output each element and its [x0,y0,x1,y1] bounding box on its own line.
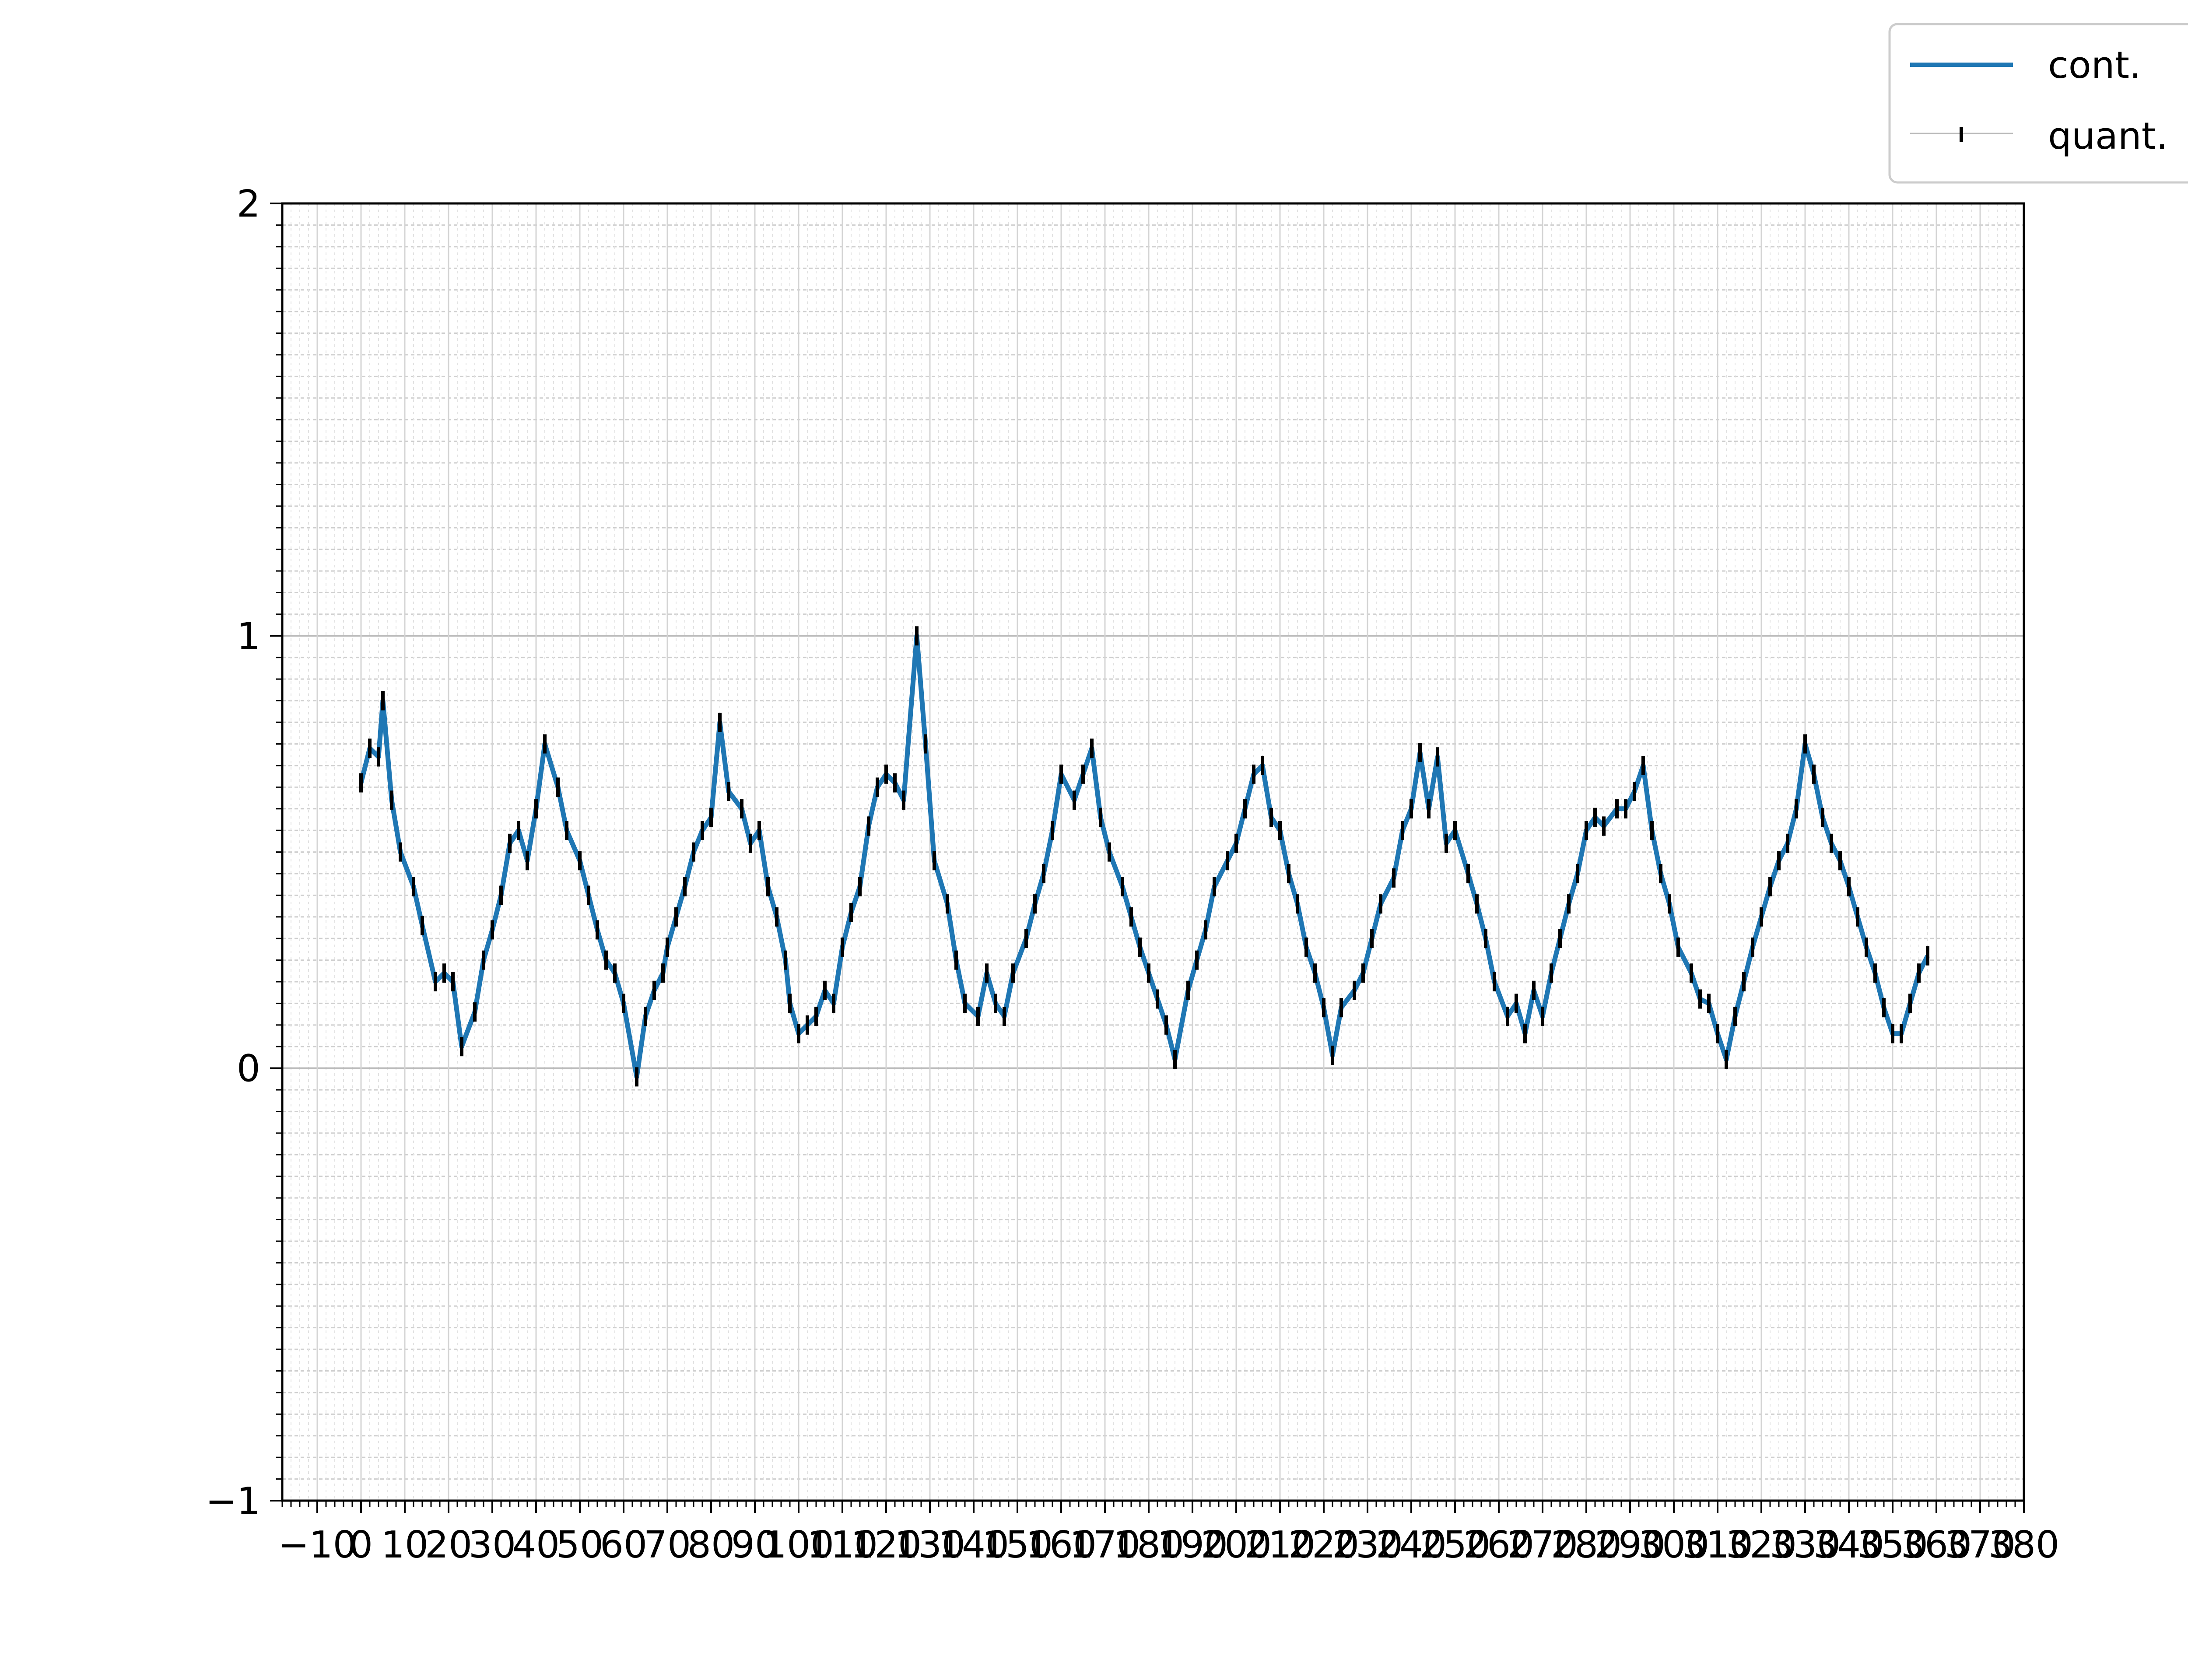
x-tick-label: 30 [469,1523,516,1567]
y-tick-label: 0 [237,1047,260,1091]
series-line-cont [358,633,1930,1079]
legend: cont. quant. [1888,23,2188,184]
x-axis: −100 102030405060708090100110120130140150… [278,1501,2059,1567]
x-tick-label: 20 [425,1523,472,1567]
x-tick-label: 0 [349,1523,373,1567]
x-tick-label: 70 [644,1523,691,1567]
x-tick-label: 40 [512,1523,560,1567]
x-tick-label: 50 [556,1523,603,1567]
legend-label-quant: quant. [2048,115,2168,158]
legend-label-cont: cont. [2048,44,2141,87]
y-axis: −1 0 1 2 [206,182,282,1523]
x-tick-label: 10 [381,1523,428,1567]
x-tick-label: 60 [600,1523,647,1567]
minor-grid [282,203,2024,1502]
y-tick-label: −1 [206,1480,260,1523]
x-tick-label: 380 [1988,1523,2059,1567]
x-tick-label: −10 [278,1523,356,1567]
y-tick-label: 1 [237,615,260,658]
series-layer [358,626,1930,1087]
x-tick-label: 80 [687,1523,735,1567]
line-chart: −100 102030405060708090100110120130140150… [206,23,2188,1567]
y-tick-label: 2 [237,182,260,226]
legend-box [1888,23,2188,184]
